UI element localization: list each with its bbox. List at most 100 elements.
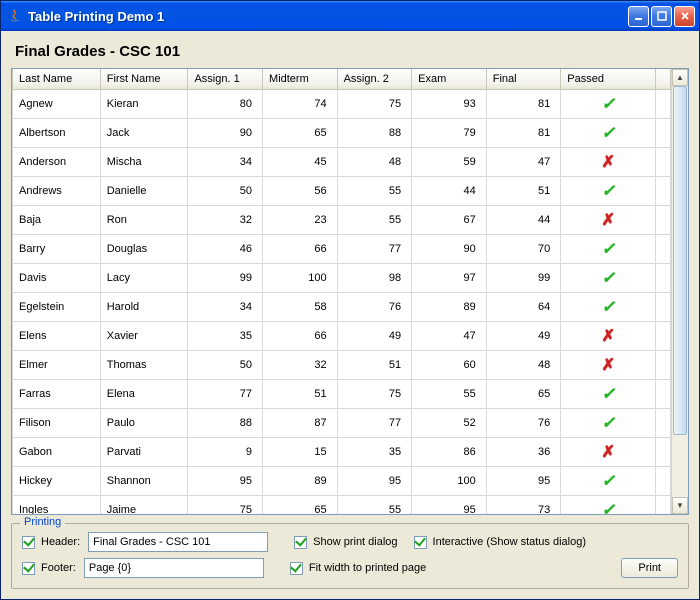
cell-mid[interactable]: 87 bbox=[263, 409, 338, 438]
cell-exam[interactable]: 95 bbox=[412, 496, 487, 515]
cell-first[interactable]: Parvati bbox=[100, 438, 188, 467]
cell-a2[interactable]: 35 bbox=[337, 438, 412, 467]
titlebar[interactable]: Table Printing Demo 1 bbox=[1, 1, 699, 31]
cell-last[interactable]: Albertson bbox=[13, 119, 101, 148]
cell-mid[interactable]: 100 bbox=[263, 264, 338, 293]
cell-first[interactable]: Thomas bbox=[100, 351, 188, 380]
cell-a1[interactable]: 99 bbox=[188, 264, 263, 293]
header-checkbox[interactable] bbox=[22, 536, 35, 549]
cell-last[interactable]: Gabon bbox=[13, 438, 101, 467]
cell-last[interactable]: Elmer bbox=[13, 351, 101, 380]
table-row[interactable]: DavisLacy99100989799✓ bbox=[13, 264, 671, 293]
cell-last[interactable]: Farras bbox=[13, 380, 101, 409]
footer-checkbox[interactable] bbox=[22, 562, 35, 575]
interactive-checkbox[interactable] bbox=[414, 536, 427, 549]
cell-passed[interactable]: ✗ bbox=[561, 206, 656, 235]
cell-mid[interactable]: 51 bbox=[263, 380, 338, 409]
cell-mid[interactable]: 89 bbox=[263, 467, 338, 496]
show-dialog-checkbox[interactable] bbox=[294, 536, 307, 549]
cell-final[interactable]: 49 bbox=[486, 322, 561, 351]
cell-last[interactable]: Anderson bbox=[13, 148, 101, 177]
cell-passed[interactable]: ✓ bbox=[561, 409, 656, 438]
cell-passed[interactable]: ✗ bbox=[561, 322, 656, 351]
cell-last[interactable]: Egelstein bbox=[13, 293, 101, 322]
cell-last[interactable]: Filison bbox=[13, 409, 101, 438]
cell-final[interactable]: 36 bbox=[486, 438, 561, 467]
cell-first[interactable]: Jaime bbox=[100, 496, 188, 515]
cell-passed[interactable]: ✓ bbox=[561, 90, 656, 119]
col-passed[interactable]: Passed bbox=[561, 69, 656, 90]
cell-final[interactable]: 51 bbox=[486, 177, 561, 206]
scroll-up-button[interactable]: ▲ bbox=[672, 69, 688, 86]
cell-exam[interactable]: 100 bbox=[412, 467, 487, 496]
cell-first[interactable]: Kieran bbox=[100, 90, 188, 119]
cell-final[interactable]: 70 bbox=[486, 235, 561, 264]
cell-exam[interactable]: 93 bbox=[412, 90, 487, 119]
col-assign2[interactable]: Assign. 2 bbox=[337, 69, 412, 90]
scroll-down-button[interactable]: ▼ bbox=[672, 497, 688, 514]
cell-mid[interactable]: 32 bbox=[263, 351, 338, 380]
cell-passed[interactable]: ✓ bbox=[561, 293, 656, 322]
table-row[interactable]: ElmerThomas5032516048✗ bbox=[13, 351, 671, 380]
cell-a1[interactable]: 32 bbox=[188, 206, 263, 235]
print-button[interactable]: Print bbox=[621, 558, 678, 578]
cell-exam[interactable]: 60 bbox=[412, 351, 487, 380]
cell-a2[interactable]: 55 bbox=[337, 206, 412, 235]
header-input[interactable] bbox=[88, 532, 268, 552]
close-button[interactable] bbox=[674, 6, 695, 27]
cell-mid[interactable]: 66 bbox=[263, 235, 338, 264]
cell-a1[interactable]: 9 bbox=[188, 438, 263, 467]
cell-mid[interactable]: 56 bbox=[263, 177, 338, 206]
cell-a2[interactable]: 55 bbox=[337, 177, 412, 206]
cell-a2[interactable]: 49 bbox=[337, 322, 412, 351]
cell-passed[interactable]: ✗ bbox=[561, 148, 656, 177]
table-row[interactable]: BarryDouglas4666779070✓ bbox=[13, 235, 671, 264]
cell-passed[interactable]: ✓ bbox=[561, 177, 656, 206]
cell-exam[interactable]: 79 bbox=[412, 119, 487, 148]
cell-a2[interactable]: 77 bbox=[337, 235, 412, 264]
cell-a1[interactable]: 75 bbox=[188, 496, 263, 515]
table-row[interactable]: EgelsteinHarold3458768964✓ bbox=[13, 293, 671, 322]
cell-mid[interactable]: 65 bbox=[263, 119, 338, 148]
cell-a2[interactable]: 51 bbox=[337, 351, 412, 380]
cell-first[interactable]: Elena bbox=[100, 380, 188, 409]
cell-passed[interactable]: ✗ bbox=[561, 438, 656, 467]
cell-a1[interactable]: 95 bbox=[188, 467, 263, 496]
cell-mid[interactable]: 45 bbox=[263, 148, 338, 177]
cell-last[interactable]: Baja bbox=[13, 206, 101, 235]
cell-a2[interactable]: 76 bbox=[337, 293, 412, 322]
cell-final[interactable]: 76 bbox=[486, 409, 561, 438]
cell-exam[interactable]: 97 bbox=[412, 264, 487, 293]
cell-passed[interactable]: ✓ bbox=[561, 235, 656, 264]
cell-final[interactable]: 73 bbox=[486, 496, 561, 515]
cell-mid[interactable]: 23 bbox=[263, 206, 338, 235]
cell-final[interactable]: 47 bbox=[486, 148, 561, 177]
cell-first[interactable]: Mischa bbox=[100, 148, 188, 177]
table-row[interactable]: AlbertsonJack9065887981✓ bbox=[13, 119, 671, 148]
cell-passed[interactable]: ✓ bbox=[561, 264, 656, 293]
cell-first[interactable]: Douglas bbox=[100, 235, 188, 264]
cell-exam[interactable]: 47 bbox=[412, 322, 487, 351]
table-row[interactable]: AndersonMischa3445485947✗ bbox=[13, 148, 671, 177]
col-first-name[interactable]: First Name bbox=[100, 69, 188, 90]
cell-exam[interactable]: 89 bbox=[412, 293, 487, 322]
cell-passed[interactable]: ✓ bbox=[561, 496, 656, 515]
cell-final[interactable]: 99 bbox=[486, 264, 561, 293]
cell-last[interactable]: Barry bbox=[13, 235, 101, 264]
cell-a1[interactable]: 90 bbox=[188, 119, 263, 148]
col-midterm[interactable]: Midterm bbox=[263, 69, 338, 90]
cell-last[interactable]: Agnew bbox=[13, 90, 101, 119]
fit-width-checkbox[interactable] bbox=[290, 562, 303, 575]
cell-exam[interactable]: 52 bbox=[412, 409, 487, 438]
cell-mid[interactable]: 58 bbox=[263, 293, 338, 322]
cell-a2[interactable]: 75 bbox=[337, 90, 412, 119]
cell-exam[interactable]: 55 bbox=[412, 380, 487, 409]
cell-first[interactable]: Xavier bbox=[100, 322, 188, 351]
cell-first[interactable]: Paulo bbox=[100, 409, 188, 438]
table-row[interactable]: FarrasElena7751755565✓ bbox=[13, 380, 671, 409]
cell-last[interactable]: Elens bbox=[13, 322, 101, 351]
cell-a2[interactable]: 95 bbox=[337, 467, 412, 496]
cell-mid[interactable]: 65 bbox=[263, 496, 338, 515]
cell-final[interactable]: 44 bbox=[486, 206, 561, 235]
cell-first[interactable]: Ron bbox=[100, 206, 188, 235]
